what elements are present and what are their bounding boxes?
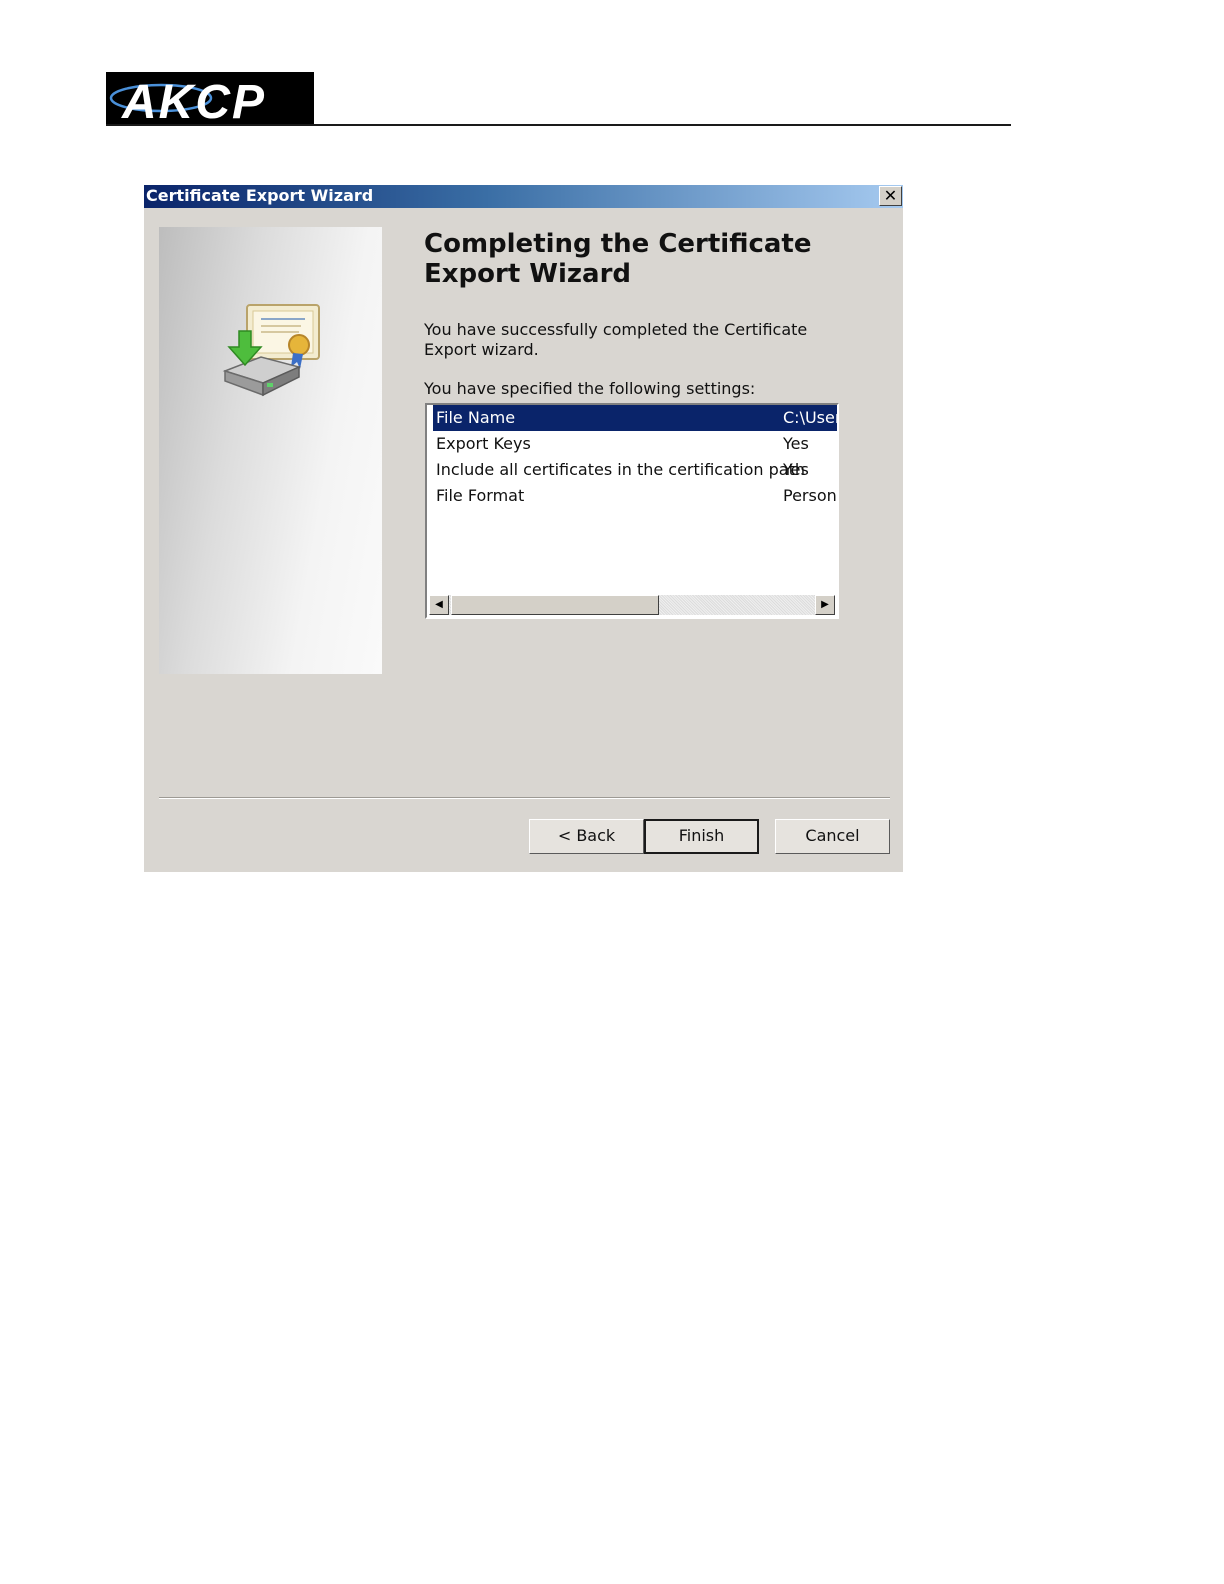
settings-row-export-keys[interactable]: Export Keys Yes bbox=[433, 431, 837, 457]
logo-text: AKCP bbox=[121, 76, 266, 125]
dialog-title: Certificate Export Wizard bbox=[146, 186, 374, 205]
button-divider bbox=[159, 797, 890, 799]
scroll-right-button[interactable]: ▶ bbox=[815, 595, 835, 615]
scrollbar-thumb[interactable] bbox=[451, 595, 659, 615]
settings-label: You have specified the following setting… bbox=[424, 379, 756, 398]
dialog-titlebar[interactable]: Certificate Export Wizard ✕ bbox=[144, 185, 903, 208]
setting-name: Include all certificates in the certific… bbox=[436, 460, 806, 479]
scroll-left-icon: ◀ bbox=[435, 599, 443, 610]
settings-row-file-format[interactable]: File Format Persona bbox=[433, 483, 837, 509]
setting-value: C:\User bbox=[783, 408, 839, 427]
settings-row-include-certificates[interactable]: Include all certificates in the certific… bbox=[433, 457, 837, 483]
page-title: Completing the Certificate Export Wizard bbox=[424, 229, 812, 289]
header-rule bbox=[106, 124, 1011, 126]
wizard-side-panel bbox=[159, 227, 382, 674]
setting-value: Yes bbox=[783, 434, 809, 453]
close-icon: ✕ bbox=[883, 186, 898, 205]
certificate-export-wizard-dialog: Certificate Export Wizard ✕ Completing t… bbox=[144, 185, 903, 872]
scroll-right-icon: ▶ bbox=[821, 599, 829, 610]
setting-name: File Format bbox=[436, 486, 525, 505]
setting-name: File Name bbox=[436, 408, 516, 427]
horizontal-scrollbar[interactable]: ◀ ▶ bbox=[429, 595, 835, 615]
settings-row-file-name[interactable]: File Name C:\User bbox=[433, 405, 839, 431]
akcp-logo: AKCP bbox=[106, 72, 314, 129]
close-button[interactable]: ✕ bbox=[879, 186, 902, 206]
setting-name: Export Keys bbox=[436, 434, 531, 453]
back-button[interactable]: < Back bbox=[529, 819, 644, 854]
setting-value: Persona bbox=[783, 486, 837, 505]
finish-button[interactable]: Finish bbox=[644, 819, 759, 854]
success-message: You have successfully completed the Cert… bbox=[424, 320, 808, 359]
setting-value: Yes bbox=[783, 460, 809, 479]
settings-list[interactable]: File Name C:\User Export Keys Yes Includ… bbox=[425, 403, 839, 619]
certificate-export-icon bbox=[221, 301, 331, 401]
scroll-left-button[interactable]: ◀ bbox=[429, 595, 449, 615]
cancel-button[interactable]: Cancel bbox=[775, 819, 890, 854]
